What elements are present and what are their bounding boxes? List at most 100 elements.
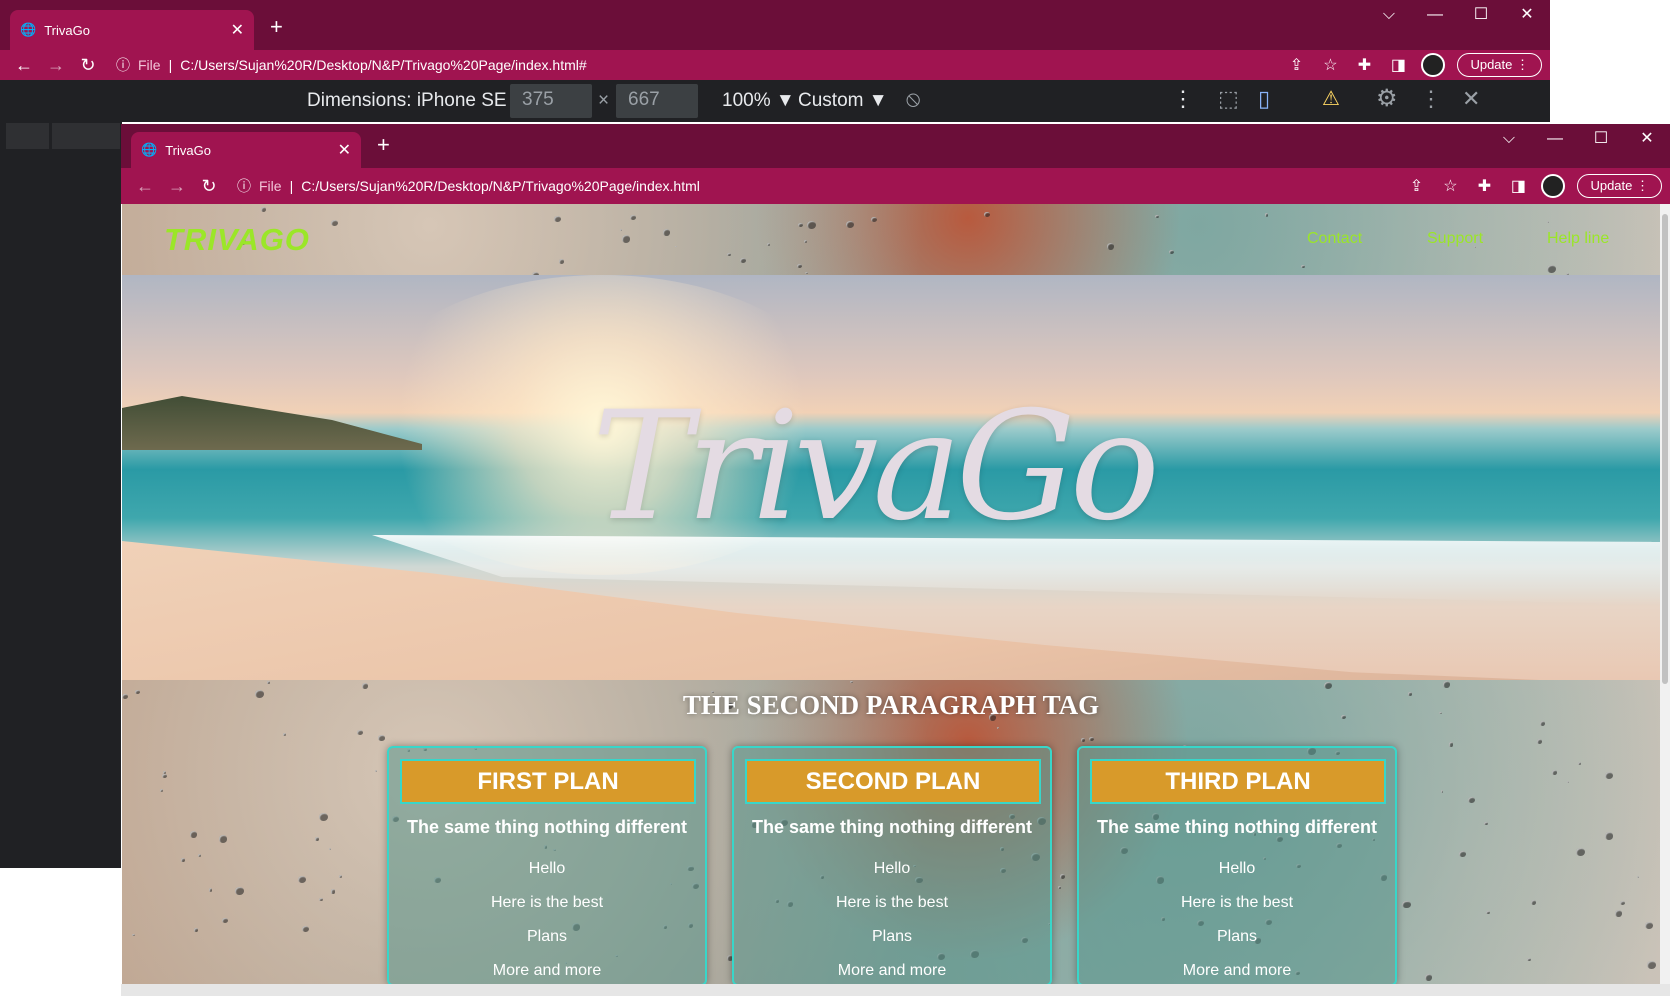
back-icon[interactable]: ← (8, 55, 40, 76)
reload-icon[interactable]: ↻ (72, 55, 104, 76)
rain-drop (727, 252, 731, 256)
panel-tab[interactable] (6, 123, 49, 149)
rain-drop (329, 847, 332, 850)
url-scheme-label: File (138, 57, 161, 73)
extensions-icon[interactable]: ✚ (1473, 176, 1495, 196)
rain-drop (1424, 974, 1433, 982)
forward-icon[interactable]: → (40, 55, 72, 76)
plan-card-third[interactable]: THIRD PLAN The same thing nothing differ… (1077, 746, 1397, 984)
rain-drop (180, 858, 185, 862)
throttle-dropdown[interactable]: Custom ▼ (798, 90, 888, 112)
inspect-icon[interactable]: ⬚ (1218, 86, 1239, 112)
forward-icon[interactable]: → (161, 176, 193, 197)
close-tab-icon[interactable]: ✕ (231, 20, 244, 40)
side-panel-icon[interactable]: ◨ (1387, 55, 1409, 75)
plan-item: More and more (837, 962, 947, 979)
share-icon[interactable]: ⇪ (1405, 176, 1427, 196)
close-tab-icon[interactable]: ✕ (338, 140, 351, 160)
tab-title: TrivaGo (165, 142, 211, 158)
tab-search-icon[interactable]: ⌵ (1486, 124, 1532, 154)
hero-banner: TrivaGo (122, 275, 1660, 680)
rain-drop (318, 813, 328, 822)
device-toggle-icon[interactable]: ▯ (1258, 86, 1270, 112)
url-text[interactable]: C:/Users/Sujan%20R/Desktop/N&P/Trivago%2… (301, 178, 700, 194)
profile-avatar[interactable] (1541, 174, 1566, 198)
nav-link-support[interactable]: Support (1427, 230, 1483, 248)
profile-avatar[interactable] (1421, 53, 1446, 77)
minimize-button[interactable]: — (1532, 124, 1578, 154)
warning-icon[interactable]: ⚠ (1322, 86, 1340, 111)
update-label: Update (1590, 178, 1633, 193)
rain-drop (221, 918, 228, 924)
site-header: TRIVAGO Contact Support Help line (122, 204, 1660, 279)
tab-search-icon[interactable]: ⌵ (1366, 0, 1412, 30)
star-icon[interactable]: ☆ (1439, 176, 1461, 196)
rain-drop (849, 680, 853, 684)
panel-tab[interactable] (52, 123, 120, 149)
window-controls: ⌵ — ☐ ✕ (1486, 124, 1670, 154)
rain-drop (1155, 215, 1160, 219)
rain-drop (1442, 680, 1451, 688)
update-button[interactable]: Update ⋮ (1577, 174, 1662, 198)
rain-drop (362, 683, 369, 689)
side-panel-icon[interactable]: ◨ (1507, 176, 1529, 196)
star-icon[interactable]: ☆ (1319, 55, 1341, 75)
dimensions-dropdown[interactable]: Dimensions: iPhone SE ▼ (307, 90, 531, 112)
rain-drop (282, 733, 286, 737)
devtools-menu-icon[interactable]: ⋮ (1420, 86, 1442, 112)
plan-title: THIRD PLAN (1090, 759, 1386, 804)
plan-card-first[interactable]: FIRST PLAN The same thing nothing differ… (387, 746, 707, 984)
scrollbar-thumb[interactable] (1662, 214, 1668, 684)
rain-drop (559, 259, 565, 264)
close-devtools-icon[interactable]: ✕ (1462, 86, 1480, 112)
minimize-button[interactable]: — (1412, 0, 1458, 30)
url-text[interactable]: C:/Users/Sujan%20R/Desktop/N&P/Trivago%2… (180, 57, 586, 73)
close-window-button[interactable]: ✕ (1624, 124, 1670, 154)
rotate-icon[interactable]: ⦸ (906, 86, 920, 112)
inner-tab[interactable]: 🌐 TrivaGo ✕ (131, 132, 361, 168)
url-separator: | (289, 178, 294, 194)
zoom-dropdown[interactable]: 100% ▼ (722, 90, 795, 112)
outer-tab[interactable]: 🌐 TrivaGo ✕ (10, 10, 254, 50)
more-options-icon[interactable]: ⋮ (1172, 86, 1194, 112)
rain-drop (208, 888, 213, 892)
new-tab-button[interactable]: + (270, 14, 283, 40)
plan-item: Hello (873, 860, 911, 877)
plan-item: Hello (528, 860, 566, 877)
nav-link-contact[interactable]: Contact (1307, 230, 1362, 248)
maximize-button[interactable]: ☐ (1458, 0, 1504, 30)
rain-drop (1486, 911, 1490, 915)
site-logo[interactable]: TRIVAGO (164, 222, 310, 258)
settings-gear-icon[interactable]: ⚙ (1376, 84, 1398, 113)
rain-drop (1058, 886, 1061, 889)
omnibox[interactable]: ⓘ File | C:/Users/Sujan%20R/Desktop/N&P/… (116, 55, 587, 75)
nav-link-help-line[interactable]: Help line (1547, 230, 1609, 248)
rain-drop (1459, 851, 1466, 857)
page-scrollbar[interactable] (1660, 204, 1670, 984)
globe-icon: 🌐 (20, 22, 37, 37)
plan-item: Plans (871, 928, 913, 945)
new-tab-button[interactable]: + (377, 132, 390, 158)
update-button[interactable]: Update ⋮ (1457, 53, 1542, 77)
inner-address-bar: ← → ↻ ⓘ File | C:/Users/Sujan%20R/Deskto… (121, 168, 1670, 204)
height-input[interactable]: 667 (616, 84, 698, 118)
rain-drop (1264, 213, 1269, 217)
omnibox[interactable]: ⓘ File | C:/Users/Sujan%20R/Desktop/N&P/… (237, 176, 700, 196)
width-input[interactable]: 375 (510, 84, 592, 118)
update-label: Update (1470, 57, 1513, 72)
rain-drop (1647, 960, 1656, 969)
url-scheme-label: File (259, 178, 282, 194)
rain-drop (1324, 682, 1333, 690)
rain-drop (1614, 910, 1623, 918)
plan-card-second[interactable]: SECOND PLAN The same thing nothing diffe… (732, 746, 1052, 984)
extensions-icon[interactable]: ✚ (1353, 55, 1375, 75)
reload-icon[interactable]: ↻ (193, 176, 225, 197)
maximize-button[interactable]: ☐ (1578, 124, 1624, 154)
share-icon[interactable]: ⇪ (1285, 55, 1307, 75)
close-window-button[interactable]: ✕ (1504, 0, 1550, 30)
rain-drop (1539, 720, 1546, 726)
rain-drop (984, 212, 990, 218)
rain-drop (1060, 874, 1066, 879)
back-icon[interactable]: ← (129, 176, 161, 197)
times-sign: × (598, 90, 610, 111)
